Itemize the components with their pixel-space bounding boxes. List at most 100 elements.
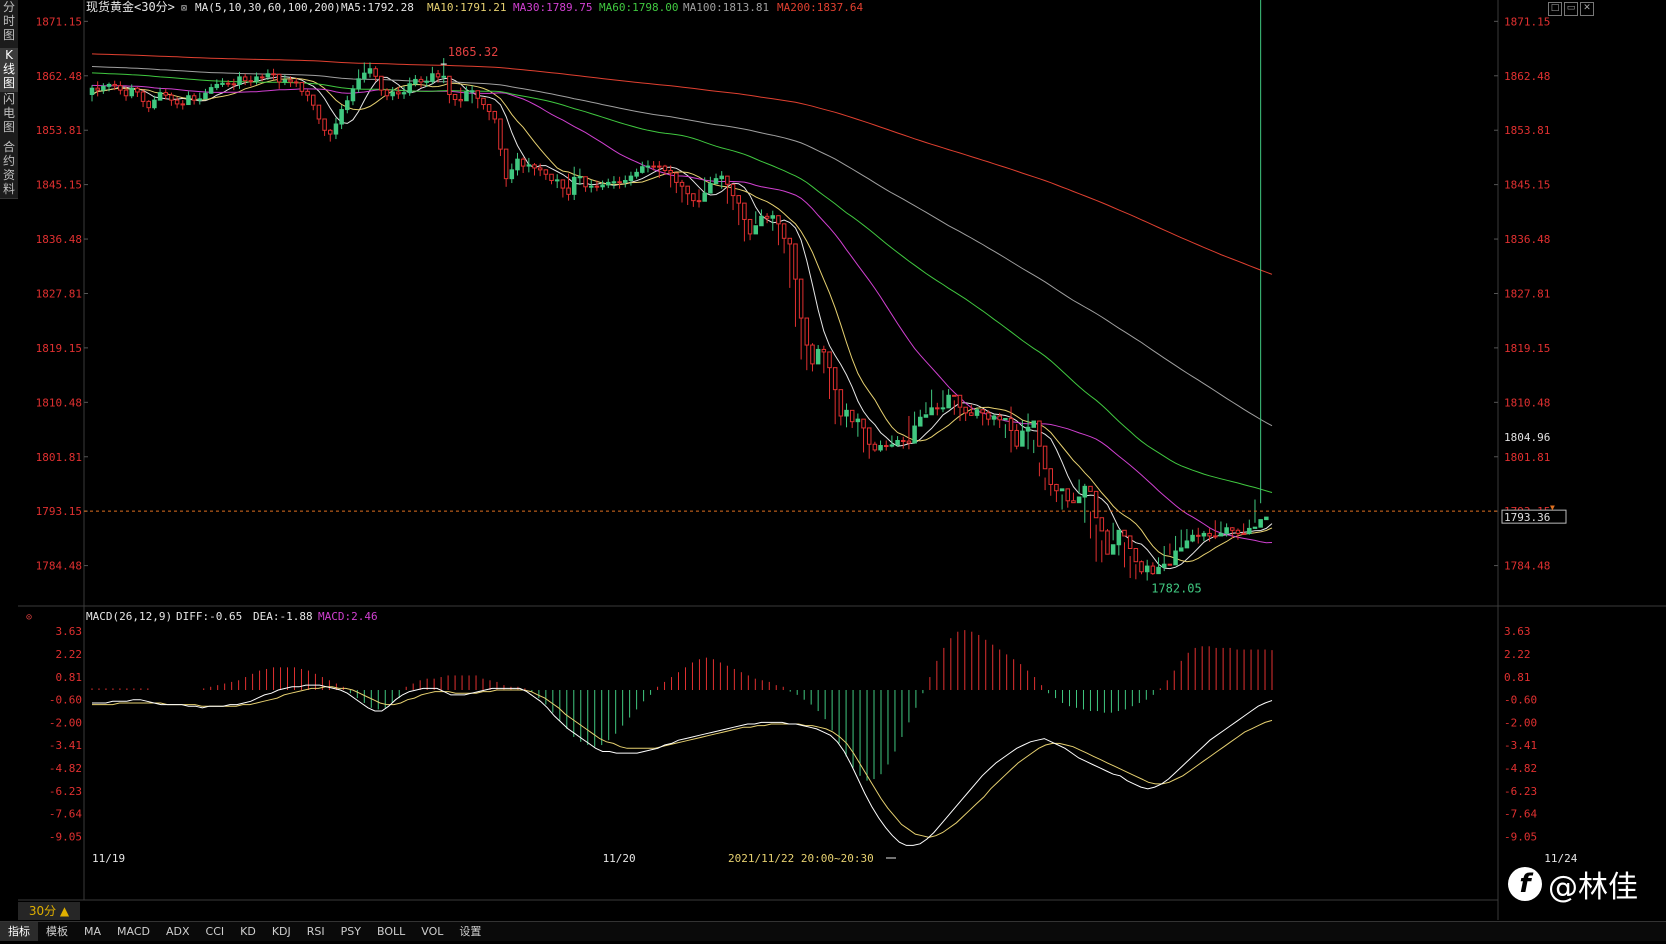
bottom-tab-adx[interactable]: ADX	[158, 922, 198, 941]
candle-body	[1201, 532, 1207, 537]
y-tick-left: 1853.81	[36, 124, 82, 137]
candle-body	[441, 75, 446, 78]
macd-y-tick-right: 2.22	[1504, 648, 1531, 661]
candle-body	[1213, 535, 1218, 538]
watermark-text: @林佳	[1548, 870, 1638, 905]
chart-canvas[interactable]: 1871.15 1871.15 1862.48 1862.48 1853.81 1853.…	[0, 0, 1666, 940]
candle-body	[367, 68, 373, 74]
candle-body	[577, 176, 583, 179]
candle-body	[1190, 534, 1195, 542]
layout-icon[interactable]: □	[1548, 2, 1562, 16]
candle-body	[605, 181, 611, 186]
candle-body	[1008, 418, 1014, 431]
candle-body	[123, 89, 129, 97]
macd-y-tick-left: -4.82	[49, 762, 82, 775]
candle-body	[872, 443, 878, 451]
crosshair-price-tag: 1804.96	[1504, 431, 1550, 444]
candle-body	[866, 427, 872, 445]
candle-body	[770, 215, 776, 219]
bottom-tab-kdj[interactable]: KDJ	[264, 922, 299, 941]
side-tab-3[interactable]: 合约资料	[0, 140, 18, 199]
bottom-tab-vol[interactable]: VOL	[413, 922, 451, 941]
bottom-tab-指标[interactable]: 指标	[0, 922, 38, 941]
close-icon[interactable]: ✕	[1580, 2, 1594, 16]
cursor-time-label: 2021/11/22 20:00~20:30	[728, 852, 874, 865]
macd-y-tick-left: -6.23	[49, 785, 82, 798]
bottom-tab-psy[interactable]: PSY	[333, 922, 369, 941]
candle-body	[435, 73, 441, 78]
candle-body	[254, 76, 259, 82]
macd-diff-line	[92, 684, 1273, 846]
watermark: f @林佳	[1508, 864, 1638, 905]
candle-body	[174, 99, 180, 105]
candle-body	[362, 72, 367, 80]
y-tick-left: 1784.48	[36, 560, 82, 573]
candle-body	[1258, 519, 1263, 528]
bottom-tab-设置[interactable]: 设置	[451, 922, 489, 941]
candle-body	[282, 79, 288, 83]
ma-line-4	[91, 66, 1273, 427]
y-tick-right: 1819.15	[1504, 342, 1550, 355]
candle-body	[923, 414, 929, 418]
candle-body	[662, 165, 668, 171]
candle-body	[600, 184, 605, 188]
candle-body	[157, 92, 163, 101]
candle-body	[1048, 468, 1054, 485]
bottom-tab-模板[interactable]: 模板	[38, 922, 76, 941]
restore-icon[interactable]: ▭	[1564, 2, 1578, 16]
candle-body	[373, 68, 378, 77]
y-tick-left: 1827.81	[36, 287, 82, 300]
bottom-tab-ma[interactable]: MA	[76, 922, 109, 941]
candle-body	[560, 179, 566, 189]
high-annotation: 1865.32	[448, 45, 499, 59]
candle-body	[1116, 529, 1122, 546]
period-selector-button[interactable]: 30分 ▲	[18, 902, 80, 920]
candle-body	[407, 83, 412, 94]
candle-body	[418, 78, 424, 83]
candle-body	[543, 169, 549, 175]
candle-body	[696, 200, 702, 203]
side-tab-2[interactable]: 闪电图	[0, 92, 18, 141]
candle-body	[1167, 563, 1173, 566]
candle-body	[759, 215, 764, 227]
candle-body	[242, 76, 248, 82]
macd-y-tick-right: -7.64	[1504, 808, 1537, 821]
side-tab-1[interactable]: K线图	[0, 48, 18, 93]
candle-body	[316, 104, 322, 120]
candle-body	[197, 98, 203, 101]
candle-body	[1150, 565, 1156, 575]
candle-body	[861, 418, 866, 429]
macd-y-tick-right: -6.23	[1504, 785, 1537, 798]
candle-body	[390, 91, 395, 97]
candle-body	[815, 348, 821, 365]
candle-body	[1025, 426, 1031, 432]
candle-body	[798, 278, 804, 319]
candle-body	[1207, 532, 1212, 537]
candle-body	[1178, 547, 1184, 552]
candle-body	[685, 185, 690, 195]
candle-body	[101, 85, 106, 91]
candle-body	[1161, 563, 1167, 568]
candle-body	[583, 176, 588, 188]
candle-body	[1105, 530, 1110, 555]
bottom-tab-cci[interactable]: CCI	[198, 922, 233, 941]
bottom-tab-boll[interactable]: BOLL	[369, 922, 413, 941]
candle-body	[1054, 483, 1059, 492]
candle-body	[492, 110, 498, 120]
ma-line-1	[91, 77, 1273, 563]
candle-body	[1173, 550, 1178, 566]
side-tab-0[interactable]: 分时图	[0, 0, 18, 49]
bottom-tab-kd[interactable]: KD	[232, 922, 264, 941]
bottom-tab-macd[interactable]: MACD	[109, 922, 158, 941]
candle-body	[1264, 516, 1269, 521]
candle-body	[980, 409, 985, 414]
candle-body	[413, 78, 418, 85]
candle-body	[611, 181, 617, 184]
candle-body	[498, 118, 503, 150]
candle-body	[259, 76, 265, 79]
candle-body	[1218, 532, 1224, 537]
candle-body	[231, 83, 237, 86]
bottom-tab-rsi[interactable]: RSI	[299, 922, 333, 941]
y-tick-right: 1845.15	[1504, 179, 1550, 192]
candle-body	[1133, 548, 1139, 563]
